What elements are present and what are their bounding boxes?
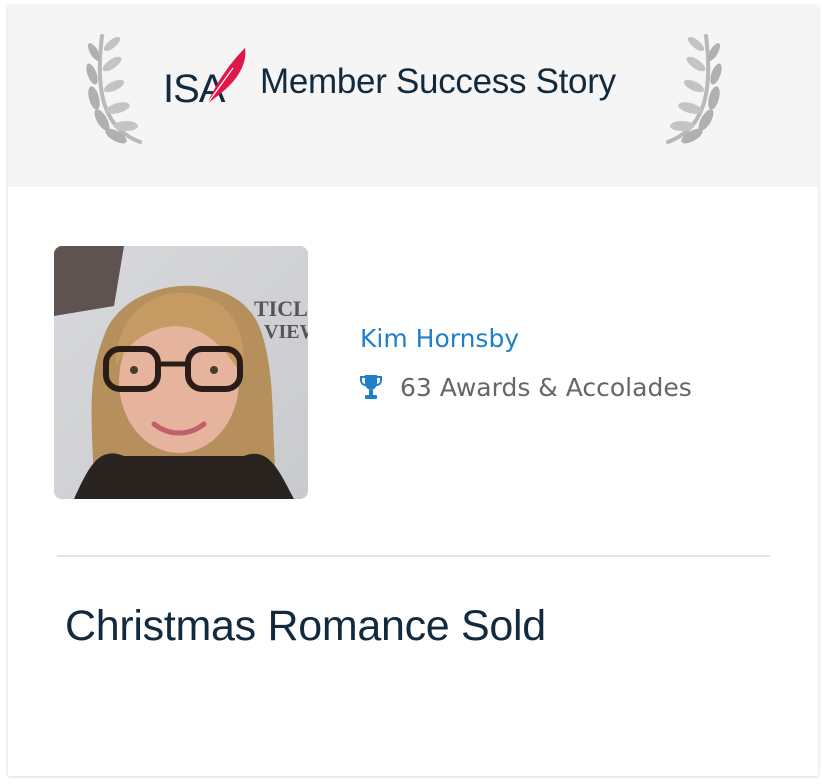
section-divider — [57, 555, 770, 557]
laurel-right-icon — [666, 34, 722, 144]
trophy-icon — [360, 375, 382, 399]
story-title[interactable]: Christmas Romance Sold — [65, 602, 546, 651]
svg-text:VIEW: VIEW — [264, 321, 308, 343]
header-title: Member Success Story — [260, 62, 616, 101]
success-story-card[interactable]: ISA Member Success Story TICL VIE Kim Ho… — [8, 6, 818, 776]
awards-row: 63 Awards & Accolades — [360, 372, 692, 402]
card-header: ISA Member Success Story — [8, 6, 818, 187]
laurel-left-icon — [86, 34, 142, 144]
awards-count: 63 Awards & Accolades — [400, 372, 692, 402]
member-photo[interactable]: TICLE VIEW — [54, 246, 308, 499]
member-portrait-icon: TICLE VIEW — [54, 246, 308, 499]
isa-logo-icon: ISA — [163, 48, 246, 110]
svg-text:TICLE: TICLE — [254, 296, 308, 321]
member-name-link[interactable]: Kim Hornsby — [360, 324, 519, 353]
